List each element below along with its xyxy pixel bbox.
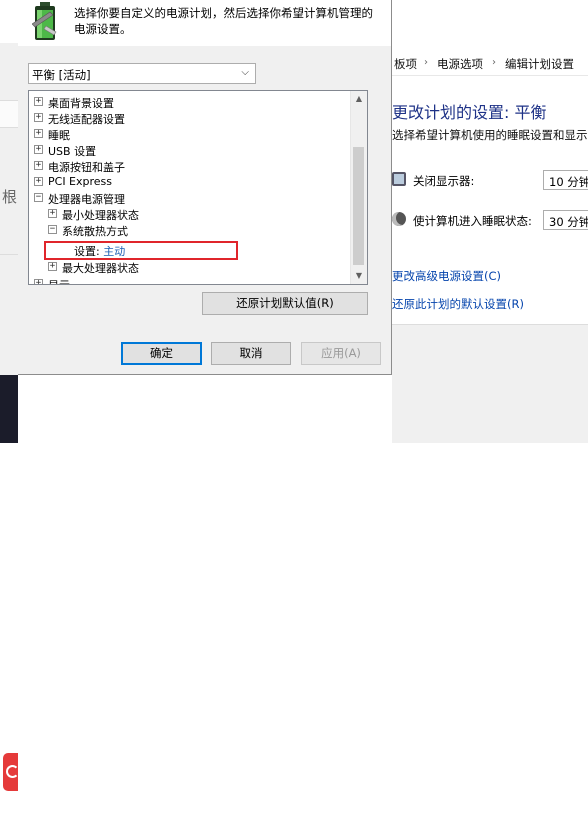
battery-icon (32, 2, 57, 40)
setting-label: 关闭显示器: (413, 174, 475, 188)
background-area (18, 375, 392, 443)
apply-button[interactable]: 应用(A) (301, 342, 381, 365)
expand-icon[interactable]: + (34, 161, 43, 170)
chevron-down-icon: ⌵ (241, 67, 249, 78)
collapse-icon[interactable]: − (48, 225, 57, 234)
breadcrumb-item[interactable]: 板项 (394, 56, 417, 72)
sleep-moon-icon (392, 212, 406, 226)
collapse-icon[interactable]: − (34, 193, 43, 202)
expand-icon[interactable]: + (34, 113, 43, 122)
address-breadcrumb: 板项 › 电源选项 › 编辑计划设置 (392, 50, 588, 76)
breadcrumb-item[interactable]: 电源选项 (437, 56, 483, 72)
setting-row-sleep: 使计算机进入睡眠状态: 30 分钟 (392, 210, 588, 232)
expand-icon[interactable]: + (34, 129, 43, 138)
restore-defaults-link[interactable]: 还原此计划的默认设置(R) (392, 296, 524, 312)
dialog-header: 选择你要自定义的电源计划，然后选择你希望计算机管理的电源设置。 (18, 0, 391, 46)
display-off-dropdown[interactable]: 10 分钟 (543, 170, 588, 190)
power-options-dialog: 选择你要自定义的电源计划，然后选择你希望计算机管理的电源设置。 平衡 [活动] … (18, 0, 392, 375)
setting-label: 使计算机进入睡眠状态: (413, 214, 532, 228)
monitor-icon (392, 172, 406, 186)
restore-plan-defaults-button[interactable]: 还原计划默认值(R) (202, 292, 368, 315)
partial-text: 根 (2, 188, 18, 206)
breadcrumb-item[interactable]: 编辑计划设置 (505, 56, 574, 72)
desktop-app-area: 秀秀 (0, 375, 22, 814)
expand-icon[interactable]: + (48, 262, 57, 271)
expand-icon[interactable]: + (34, 279, 43, 284)
expand-icon[interactable]: + (34, 97, 43, 106)
scroll-up-arrow-icon[interactable]: ▲ (351, 91, 367, 107)
page-description: 选择希望计算机使用的睡眠设置和显示设 (392, 128, 588, 142)
cancel-button[interactable]: 取消 (211, 342, 291, 365)
setting-row-display-off: 关闭显示器: 10 分钟 (392, 170, 588, 192)
power-plan-value: 平衡 [活动] (32, 68, 91, 82)
window-footer (392, 324, 588, 443)
vertical-scrollbar[interactable]: ▲ ▼ (350, 91, 367, 284)
ok-button[interactable]: 确定 (121, 342, 202, 365)
desktop-window-fragment (0, 0, 18, 43)
page-title: 更改计划的设置: 平衡 (392, 103, 547, 122)
breadcrumb-separator: › (492, 57, 496, 68)
divider (0, 254, 18, 255)
power-plan-select[interactable]: 平衡 [活动] ⌵ (28, 63, 256, 84)
annotation-highlight-box (44, 241, 238, 260)
app-label: 秀秀 (0, 801, 22, 814)
advanced-settings-link[interactable]: 更改高级电源设置(C) (392, 268, 501, 284)
sleep-dropdown[interactable]: 30 分钟 (543, 210, 588, 230)
scroll-down-arrow-icon[interactable]: ▼ (351, 268, 367, 284)
control-panel-window: 板项 › 电源选项 › 编辑计划设置 更改计划的设置: 平衡 选择希望计算机使用… (392, 0, 588, 443)
scrollbar-thumb[interactable] (353, 147, 364, 265)
app-icon[interactable] (3, 753, 19, 791)
expand-icon[interactable]: + (34, 177, 43, 186)
breadcrumb-separator: › (424, 57, 428, 68)
desktop-window-fragment (0, 100, 18, 128)
dialog-description: 选择你要自定义的电源计划，然后选择你希望计算机管理的电源设置。 (74, 6, 373, 36)
expand-icon[interactable]: + (48, 209, 57, 218)
expand-icon[interactable]: + (34, 145, 43, 154)
power-settings-tree[interactable]: + 桌面背景设置 + 无线适配器设置 + 睡眠 + USB 设置 + 电源按钮和… (28, 90, 368, 285)
